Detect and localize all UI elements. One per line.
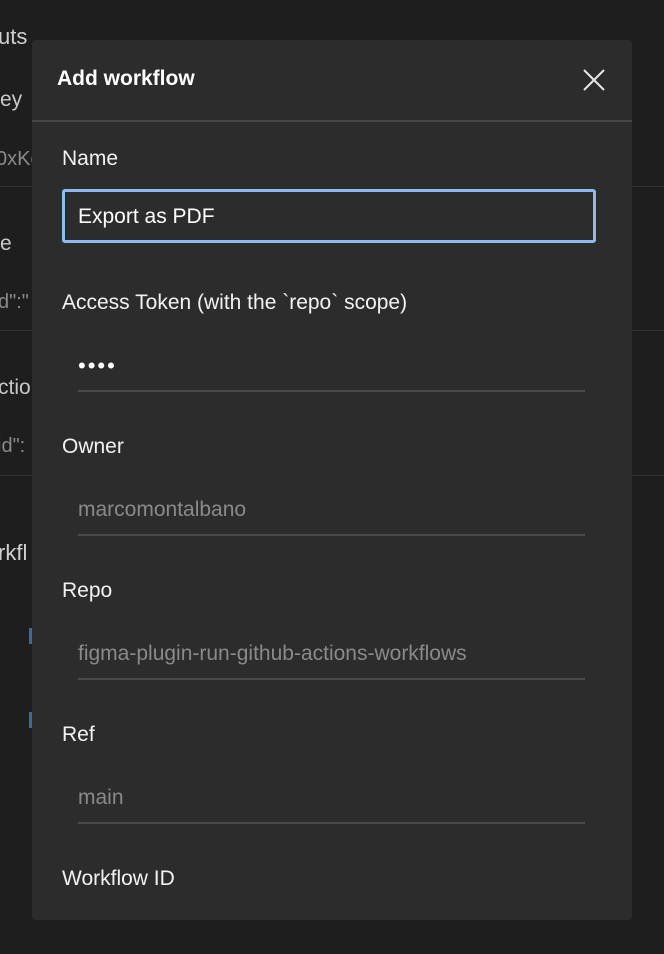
add-workflow-modal: Add workflow Name Export as PDF Access T… — [32, 40, 632, 920]
close-button[interactable] — [580, 66, 608, 94]
name-label: Name — [62, 147, 119, 170]
close-icon — [583, 69, 605, 91]
repo-input[interactable]: figma-plugin-run-github-actions-workflow… — [78, 634, 585, 680]
ref-input[interactable]: main — [78, 778, 585, 824]
owner-label: Owner — [62, 435, 124, 458]
bg-text: e — [0, 232, 12, 255]
ref-label: Ref — [62, 723, 95, 746]
modal-title: Add workflow — [57, 67, 195, 90]
bg-text: id": — [0, 435, 26, 457]
name-input[interactable]: Export as PDF — [62, 189, 596, 243]
bg-text: d":" — [0, 291, 29, 313]
bg-text: rkfl — [0, 540, 28, 565]
token-label: Access Token (with the `repo` scope) — [62, 291, 408, 314]
workflow-id-label: Workflow ID — [62, 867, 175, 890]
repo-label: Repo — [62, 579, 113, 602]
owner-input[interactable]: marcomontalbano — [78, 490, 585, 536]
bg-text: ctio — [0, 376, 31, 399]
modal-header: Add workflow — [32, 40, 632, 122]
bg-text: ey — [0, 88, 23, 111]
token-input[interactable]: •••• — [78, 346, 585, 392]
bg-text: uts — [0, 24, 28, 49]
